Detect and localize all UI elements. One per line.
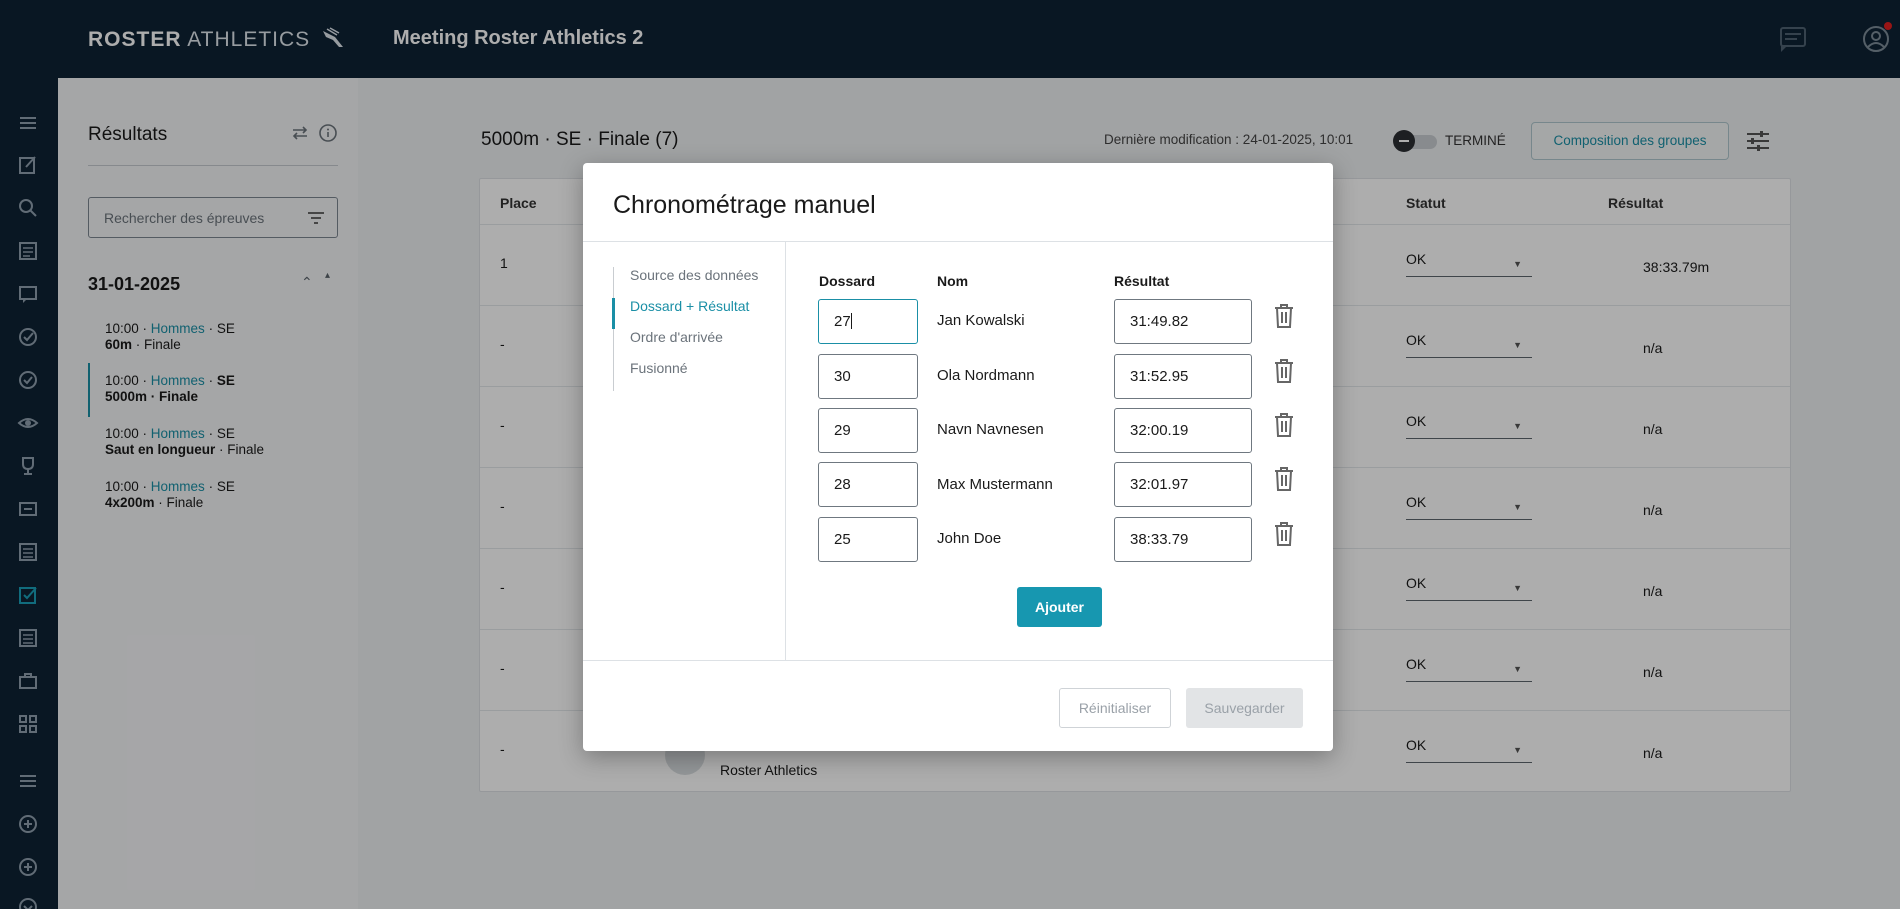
delete-icon[interactable] <box>1272 521 1296 547</box>
result-input[interactable]: 32:00.19 <box>1114 408 1252 453</box>
result-value: 38:33.79 <box>1130 531 1189 548</box>
step-data-source[interactable]: Source des données <box>614 267 773 298</box>
divider <box>583 660 1333 661</box>
result-input[interactable]: 31:52.95 <box>1114 354 1252 399</box>
step-nav: Source des données Dossard + Résultat Or… <box>612 267 773 391</box>
result-value: 31:49.82 <box>1130 313 1189 330</box>
save-button[interactable]: Sauvegarder <box>1186 688 1303 728</box>
athlete-name: Navn Navnesen <box>937 421 1044 438</box>
athlete-name: John Doe <box>937 530 1002 547</box>
bib-input[interactable]: 25 <box>818 517 918 562</box>
result-value: 32:01.97 <box>1130 476 1189 493</box>
bib-input[interactable]: 27 <box>818 299 918 344</box>
column-name: Nom <box>937 273 969 289</box>
bib-value: 27 <box>834 313 851 330</box>
result-input[interactable]: 32:01.97 <box>1114 462 1252 507</box>
column-result: Résultat <box>1114 273 1170 289</box>
bib-value: 29 <box>834 422 851 439</box>
delete-icon[interactable] <box>1272 358 1296 384</box>
text-cursor <box>850 313 852 329</box>
result-input[interactable]: 38:33.79 <box>1114 517 1252 562</box>
column-bib: Dossard <box>819 273 876 289</box>
dialog-title: Chronométrage manuel <box>613 191 876 219</box>
bib-input[interactable]: 28 <box>818 462 918 507</box>
athlete-name: Max Mustermann <box>937 476 1053 493</box>
delete-icon[interactable] <box>1272 303 1296 329</box>
bib-value: 30 <box>834 368 851 385</box>
bib-input[interactable]: 29 <box>818 408 918 453</box>
step-bib-result[interactable]: Dossard + Résultat <box>612 298 773 329</box>
bib-input[interactable]: 30 <box>818 354 918 399</box>
reset-button[interactable]: Réinitialiser <box>1059 688 1171 728</box>
bib-value: 28 <box>834 476 851 493</box>
bib-value: 25 <box>834 531 851 548</box>
step-finish-order[interactable]: Ordre d'arrivée <box>614 329 773 360</box>
delete-icon[interactable] <box>1272 412 1296 438</box>
result-value: 31:52.95 <box>1130 368 1189 385</box>
athlete-name: Jan Kowalski <box>937 312 1025 329</box>
manual-timing-dialog: Chronométrage manuel Source des données … <box>583 163 1333 751</box>
step-merged[interactable]: Fusionné <box>614 360 773 391</box>
result-input[interactable]: 31:49.82 <box>1114 299 1252 344</box>
delete-icon[interactable] <box>1272 466 1296 492</box>
divider <box>583 241 1333 242</box>
add-button[interactable]: Ajouter <box>1017 587 1102 627</box>
divider <box>785 242 786 660</box>
athlete-name: Ola Nordmann <box>937 367 1035 384</box>
result-value: 32:00.19 <box>1130 422 1189 439</box>
